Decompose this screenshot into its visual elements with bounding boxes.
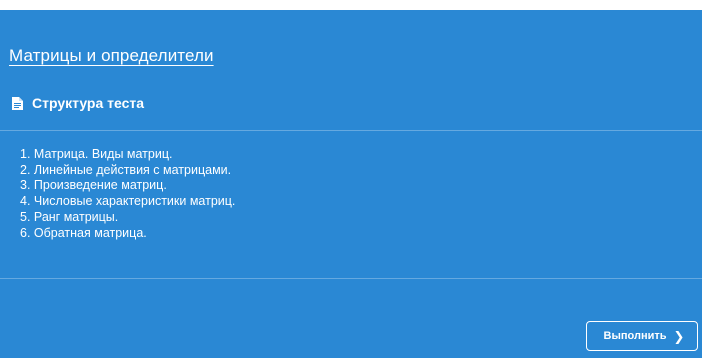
run-button-label: Выполнить xyxy=(603,330,667,342)
test-card: Матрицы и определители Структура теста 1… xyxy=(0,10,702,358)
section-header: Структура теста xyxy=(12,95,144,111)
document-icon xyxy=(12,96,23,110)
list-item: 3. Произведение матриц. xyxy=(20,178,167,193)
list-item: 6. Обратная матрица. xyxy=(20,225,147,240)
test-title-link[interactable]: Матрицы и определители xyxy=(9,46,214,66)
chevron-right-icon: ❯ xyxy=(673,328,685,344)
divider xyxy=(0,130,702,131)
run-button[interactable]: Выполнить ❯ xyxy=(586,321,698,351)
list-item: 2. Линейные действия с матрицами. xyxy=(20,162,232,177)
topic-list: 1. Матрица. Виды матриц. 2. Линейные дей… xyxy=(20,147,235,241)
section-label: Структура теста xyxy=(32,95,145,111)
divider xyxy=(0,278,702,279)
list-item: 5. Ранг матрицы. xyxy=(20,209,119,224)
list-item: 4. Числовые характеристики матриц. xyxy=(20,194,236,209)
list-item: 1. Матрица. Виды матриц. xyxy=(20,147,173,161)
